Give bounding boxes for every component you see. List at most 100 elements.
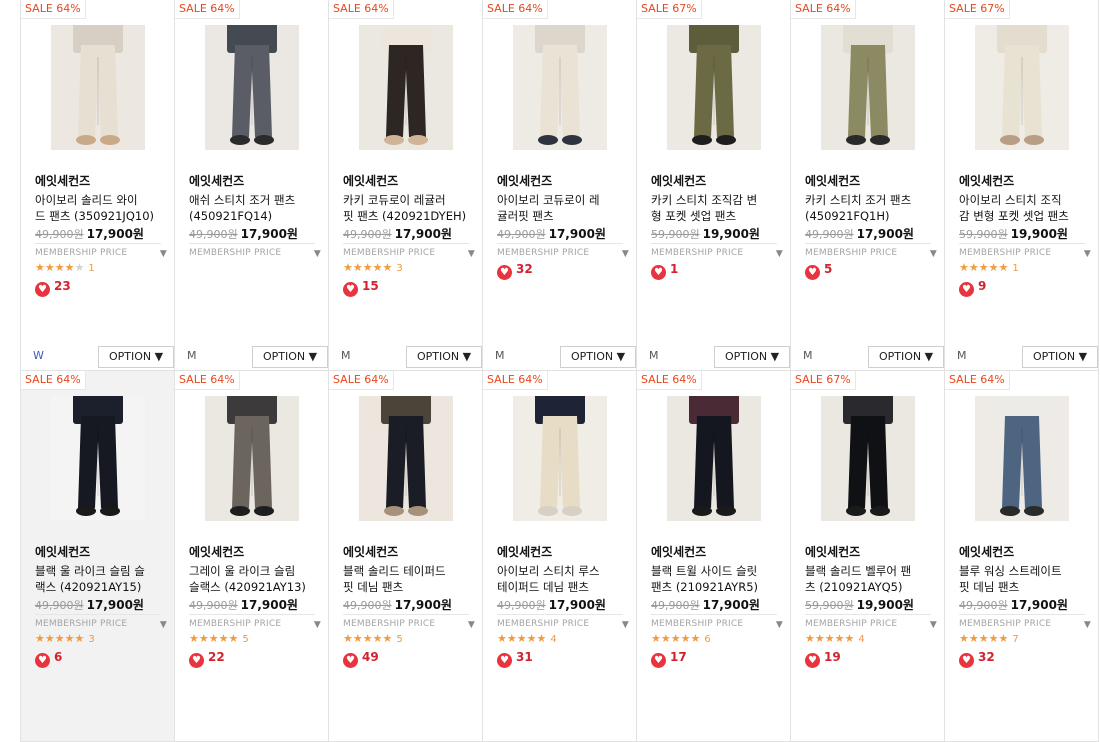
sale-price: 17,900원 (394, 598, 452, 612)
brand-name: 에잇세컨즈 (189, 174, 245, 188)
product-card[interactable]: SALE 64% 에잇세컨즈 블루 워싱 스트레이트 핏 데님 팬츠 49,900원 17… (945, 371, 1099, 742)
star-icon: ★ (651, 632, 661, 645)
product-image[interactable] (359, 396, 453, 521)
product-name[interactable]: 아이보리 코듀로이 레 귤러핏 팬츠 (497, 192, 629, 224)
like-count[interactable]: ♥ 22 (189, 650, 225, 668)
like-count[interactable]: ♥ 32 (959, 650, 995, 668)
membership-price-toggle[interactable]: MEMBERSHIP PRICE ▼ (497, 243, 629, 259)
product-card[interactable]: SALE 64% 에잇세컨즈 아이보리 코듀로이 레 귤러핏 팬츠 49,900원 17,… (483, 0, 637, 371)
sale-price: 17,900원 (1010, 598, 1068, 612)
product-card[interactable]: SALE 64% 에잇세컨즈 아이보리 스티치 루스 테이퍼드 데님 팬츠 49,900… (483, 371, 637, 742)
product-name[interactable]: 블랙 솔리드 테이퍼드 핏 데님 팬츠 (343, 563, 475, 595)
membership-price-toggle[interactable]: MEMBERSHIP PRICE ▼ (805, 243, 937, 259)
product-name[interactable]: 그레이 울 라이크 슬림 슬랙스 (420921AY13) (189, 563, 321, 595)
product-name[interactable]: 블랙 솔리드 벨루어 팬츠 (210921AYQ5) (805, 563, 937, 595)
star-icon: ★ (824, 632, 835, 645)
product-name[interactable]: 아이보리 스티치 조직 감 변형 포켓 셋업 팬츠 (959, 192, 1091, 224)
product-image[interactable] (359, 25, 453, 150)
brand-name: 에잇세컨즈 (805, 174, 861, 188)
product-card[interactable]: SALE 64% 에잇세컨즈 블랙 트윌 사이드 슬릿 팬츠 (210921AYR5)… (637, 371, 791, 742)
product-name[interactable]: 아이보리 스티치 루스 테이퍼드 데님 팬츠 (497, 563, 629, 595)
product-name-line: (450921FQ14) (189, 209, 273, 223)
sale-badge: SALE 64% (175, 371, 240, 390)
membership-price-toggle[interactable]: MEMBERSHIP PRICE ▼ (805, 614, 937, 630)
heart-icon: ♥ (805, 653, 820, 668)
product-card[interactable]: SALE 67% 에잇세컨즈 카키 스티치 조직감 변형 포켓 셋업 팬츠 59,90… (637, 0, 791, 371)
product-card[interactable]: SALE 64% 에잇세컨즈 아이보리 솔리드 와이 드 팬츠 (350921JQ10… (21, 0, 175, 371)
product-card[interactable]: SALE 64% 에잇세컨즈 그레이 울 라이크 슬림 슬랙스 (420921AY13… (175, 371, 329, 742)
like-count[interactable]: ♥ 1 (651, 262, 678, 280)
product-card[interactable]: SALE 67% 에잇세컨즈 블랙 솔리드 벨루어 팬츠 (210921AYQ5) 5… (791, 371, 945, 742)
membership-price-toggle[interactable]: MEMBERSHIP PRICE ▼ (959, 614, 1091, 630)
product-name[interactable]: 블루 워싱 스트레이트 핏 데님 팬츠 (959, 563, 1091, 595)
like-count[interactable]: ♥ 23 (35, 279, 71, 297)
star-icon: ★ (198, 632, 209, 645)
membership-price-toggle[interactable]: MEMBERSHIP PRICE ▼ (343, 614, 475, 630)
brand-name: 에잇세컨즈 (651, 174, 707, 188)
heart-icon: ♥ (959, 282, 974, 297)
product-image[interactable] (205, 25, 299, 150)
product-name[interactable]: 카키 스티치 조거 팬츠 (450921FQ1H) (805, 192, 937, 224)
membership-price-toggle[interactable]: MEMBERSHIP PRICE ▼ (35, 614, 167, 630)
membership-price-toggle[interactable]: MEMBERSHIP PRICE ▼ (189, 614, 321, 630)
product-card[interactable]: SALE 64% 에잇세컨즈 블랙 울 라이크 슬림 슬 랙스 (420921AY15… (21, 371, 175, 742)
membership-price-toggle[interactable]: MEMBERSHIP PRICE ▼ (651, 614, 783, 630)
original-price: 59,900원 (805, 599, 854, 612)
membership-price-toggle[interactable]: MEMBERSHIP PRICE ▼ (343, 243, 475, 259)
product-name[interactable]: 카키 스티치 조직감 변형 포켓 셋업 팬츠 (651, 192, 783, 224)
product-card[interactable]: SALE 64% 에잇세컨즈 애쉬 스티치 조거 팬츠 (450921FQ14) 49,… (175, 0, 329, 371)
like-count[interactable]: ♥ 15 (343, 279, 379, 297)
product-card[interactable]: SALE 64% 에잇세컨즈 카키 코듀로이 레귤러 핏 팬츠 (420921DYEH… (329, 0, 483, 371)
option-button[interactable]: OPTION ▼ (868, 346, 944, 368)
option-button[interactable]: OPTION ▼ (714, 346, 790, 368)
product-image[interactable] (975, 396, 1069, 521)
brand-name: 에잇세컨즈 (343, 545, 399, 559)
product-image[interactable] (667, 396, 761, 521)
product-image[interactable] (205, 396, 299, 521)
star-icon: ★ (352, 632, 363, 645)
product-image[interactable] (821, 25, 915, 150)
product-name[interactable]: 블랙 트윌 사이드 슬릿 팬츠 (210921AYR5) (651, 563, 783, 595)
review-count: 5 (242, 634, 249, 645)
like-count[interactable]: ♥ 9 (959, 279, 986, 297)
like-count[interactable]: ♥ 5 (805, 262, 832, 280)
membership-label: MEMBERSHIP PRICE (35, 248, 128, 258)
membership-price-toggle[interactable]: MEMBERSHIP PRICE ▼ (497, 614, 629, 630)
option-button[interactable]: OPTION ▼ (98, 346, 174, 368)
product-card[interactable]: SALE 64% 에잇세컨즈 카키 스티치 조거 팬츠 (450921FQ1H) 49,… (791, 0, 945, 371)
option-button[interactable]: OPTION ▼ (560, 346, 636, 368)
star-icon: ★ (372, 632, 383, 645)
option-button[interactable]: OPTION ▼ (1022, 346, 1098, 368)
product-card[interactable]: SALE 64% 에잇세컨즈 블랙 솔리드 테이퍼드 핏 데님 팬츠 49,900원 17… (329, 371, 483, 742)
product-image[interactable] (513, 25, 607, 150)
original-price: 49,900원 (35, 599, 84, 612)
product-name[interactable]: 카키 코듀로이 레귤러 핏 팬츠 (420921DYEH) (343, 192, 475, 224)
product-image[interactable] (51, 396, 145, 521)
product-image[interactable] (667, 25, 761, 150)
product-image[interactable] (513, 396, 607, 521)
like-count[interactable]: ♥ 49 (343, 650, 379, 668)
size-label: M (495, 349, 505, 362)
like-count[interactable]: ♥ 31 (497, 650, 533, 668)
product-name-line: 츠 (210921AYQ5) (805, 580, 903, 594)
like-count[interactable]: ♥ 32 (497, 262, 533, 280)
membership-price-toggle[interactable]: MEMBERSHIP PRICE ▼ (189, 243, 321, 259)
star-icon: ★ (959, 261, 969, 274)
product-name[interactable]: 아이보리 솔리드 와이 드 팬츠 (350921JQ10) (35, 192, 167, 224)
option-button[interactable]: OPTION ▼ (252, 346, 328, 368)
heart-icon: ♥ (497, 265, 512, 280)
like-count[interactable]: ♥ 19 (805, 650, 841, 668)
like-count[interactable]: ♥ 6 (35, 650, 62, 668)
like-count[interactable]: ♥ 17 (651, 650, 687, 668)
product-image[interactable] (975, 25, 1069, 150)
product-image[interactable] (821, 396, 915, 521)
option-button[interactable]: OPTION ▼ (406, 346, 482, 368)
product-name[interactable]: 블랙 울 라이크 슬림 슬 랙스 (420921AY15) (35, 563, 167, 595)
chevron-down-icon: ▼ (159, 620, 167, 630)
product-name[interactable]: 애쉬 스티치 조거 팬츠 (450921FQ14) (189, 192, 321, 224)
product-card[interactable]: SALE 67% 에잇세컨즈 아이보리 스티치 조직 감 변형 포켓 셋업 팬츠 59,… (945, 0, 1099, 371)
membership-price-toggle[interactable]: MEMBERSHIP PRICE ▼ (35, 243, 167, 259)
membership-price-toggle[interactable]: MEMBERSHIP PRICE ▼ (651, 243, 783, 259)
product-image[interactable] (51, 25, 145, 150)
membership-price-toggle[interactable]: MEMBERSHIP PRICE ▼ (959, 243, 1091, 259)
